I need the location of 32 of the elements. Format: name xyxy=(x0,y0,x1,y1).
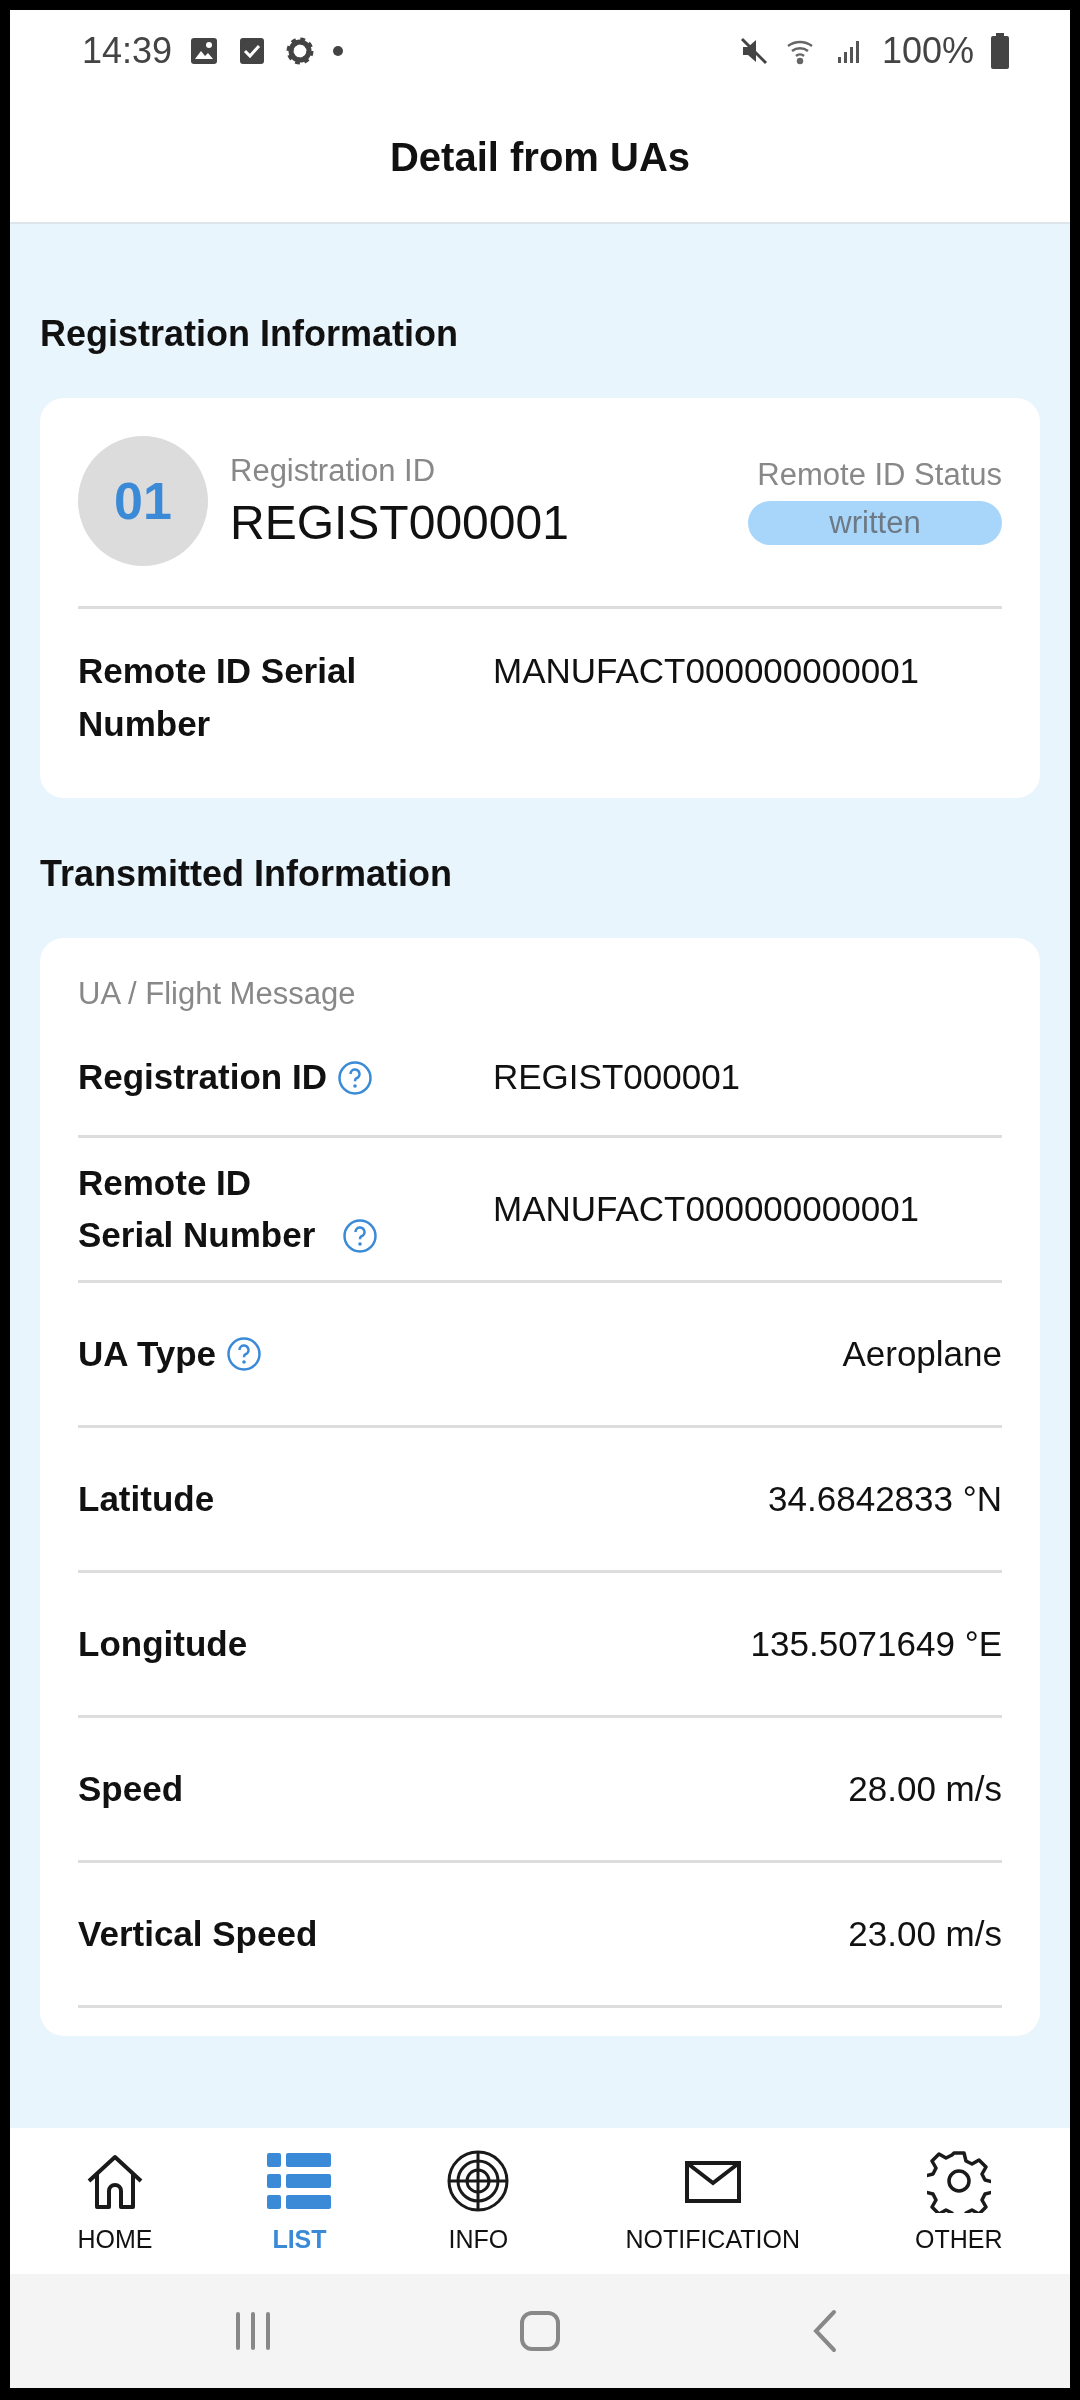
registration-id: REGIST000001 xyxy=(230,494,570,550)
nav-tab[interactable]: HOME xyxy=(71,2144,159,2258)
field-value: MANUFACT000000000001 xyxy=(493,650,921,692)
field-value: 28.00 m/s xyxy=(847,1767,1002,1810)
page-title: Detail from UAs xyxy=(389,134,691,180)
field-value: 34.6842833 °N xyxy=(767,1477,1002,1520)
field-label: Latitude xyxy=(78,1477,215,1520)
status-time: 14:39 xyxy=(82,30,173,72)
field-label: Registration ID xyxy=(230,452,437,489)
status-badge: written xyxy=(748,501,1002,545)
group-label: UA / Flight Message xyxy=(78,976,357,1012)
field-label: Remote ID Serial Number xyxy=(78,650,358,745)
nav-tab[interactable]: NOTIFICATION xyxy=(619,2144,806,2258)
section-heading: Transmitted Information xyxy=(40,853,454,895)
battery-percent: 100% xyxy=(881,30,974,72)
field-value: 135.5071649 °E xyxy=(749,1622,1002,1665)
field-value: REGIST000001 xyxy=(493,1056,742,1099)
field-value: 23.00 m/s xyxy=(847,1912,1002,1955)
number-badge: 01 xyxy=(78,436,208,566)
nav-tab[interactable]: LIST xyxy=(261,2144,338,2258)
field-label: Registration ID xyxy=(78,1056,327,1099)
field-label: Remote ID Serial Number xyxy=(78,1161,317,1256)
section-heading: Registration Information xyxy=(40,313,459,355)
nav-tab[interactable]: OTHER xyxy=(908,2144,1009,2258)
field-value: Aeroplane xyxy=(841,1332,1002,1375)
field-label: Vertical Speed xyxy=(78,1912,318,1955)
field-label: Speed xyxy=(78,1767,184,1810)
field-label: Longitude xyxy=(78,1622,248,1665)
field-label: UA Type xyxy=(78,1332,217,1375)
nav-tab[interactable]: INFO xyxy=(440,2144,517,2258)
field-label: Remote ID Status xyxy=(757,457,1002,493)
field-value: MANUFACT000000000001 xyxy=(493,1187,921,1230)
